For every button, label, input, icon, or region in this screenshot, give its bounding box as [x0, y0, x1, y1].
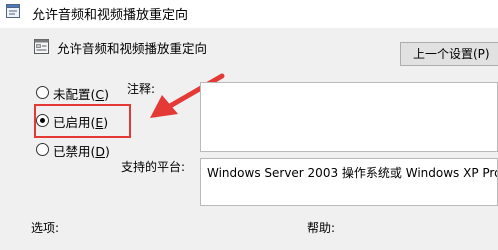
radio-label: 未配置(C): [53, 87, 110, 102]
policy-icon: [34, 39, 49, 54]
annotation-highlight-box: [34, 104, 131, 138]
policy-name: 允许音频和视频播放重定向: [57, 41, 208, 56]
comment-textarea[interactable]: [200, 82, 498, 152]
previous-setting-button[interactable]: 上一个设置(P): [400, 42, 498, 66]
comment-label: 注释:: [127, 82, 156, 96]
radio-label: 已禁用(D): [53, 144, 110, 159]
radio-circle: [36, 86, 49, 99]
title-bar: 允许音频和视频播放重定向: [0, 0, 498, 28]
radio-circle: [36, 143, 49, 156]
supported-platform-label: 支持的平台:: [121, 160, 186, 174]
help-label: 帮助:: [307, 221, 336, 235]
options-label: 选项:: [31, 221, 60, 235]
supported-platform-field[interactable]: Windows Server 2003 操作系统或 Windows XP Pro…: [200, 158, 498, 206]
window-title: 允许音频和视频播放重定向: [32, 8, 189, 23]
policy-settings-icon: [6, 4, 20, 18]
